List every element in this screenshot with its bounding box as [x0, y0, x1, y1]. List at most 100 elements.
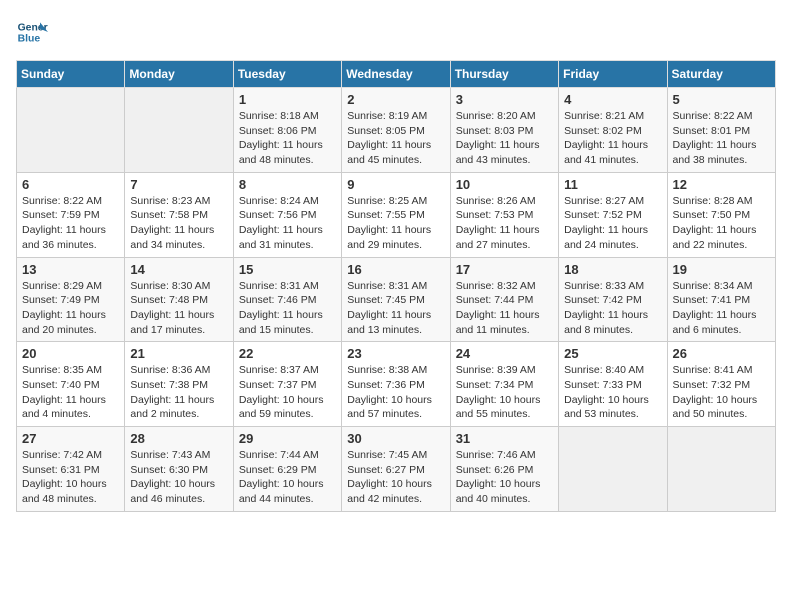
svg-text:Blue: Blue	[18, 34, 41, 45]
day-info: Sunrise: 8:35 AM Sunset: 7:40 PM Dayligh…	[22, 363, 119, 422]
calendar-cell: 11 Sunrise: 8:27 AM Sunset: 7:52 PM Dayli…	[559, 172, 667, 257]
day-number: 31	[456, 431, 553, 446]
day-number: 27	[22, 431, 119, 446]
column-header-monday: Monday	[125, 61, 233, 88]
day-info: Sunrise: 8:25 AM Sunset: 7:55 PM Dayligh…	[347, 194, 444, 253]
column-header-wednesday: Wednesday	[342, 61, 450, 88]
day-info: Sunrise: 8:21 AM Sunset: 8:02 PM Dayligh…	[564, 109, 661, 168]
day-number: 4	[564, 92, 661, 107]
day-number: 29	[239, 431, 336, 446]
day-number: 22	[239, 346, 336, 361]
day-info: Sunrise: 7:45 AM Sunset: 6:27 PM Dayligh…	[347, 448, 444, 507]
calendar-cell	[17, 88, 125, 173]
day-info: Sunrise: 8:27 AM Sunset: 7:52 PM Dayligh…	[564, 194, 661, 253]
calendar-cell: 1 Sunrise: 8:18 AM Sunset: 8:06 PM Daylig…	[233, 88, 341, 173]
calendar-week-4: 20 Sunrise: 8:35 AM Sunset: 7:40 PM Dayli…	[17, 342, 776, 427]
day-info: Sunrise: 8:37 AM Sunset: 7:37 PM Dayligh…	[239, 363, 336, 422]
day-number: 9	[347, 177, 444, 192]
day-info: Sunrise: 8:22 AM Sunset: 8:01 PM Dayligh…	[673, 109, 770, 168]
calendar-cell: 12 Sunrise: 8:28 AM Sunset: 7:50 PM Dayli…	[667, 172, 775, 257]
day-info: Sunrise: 8:23 AM Sunset: 7:58 PM Dayligh…	[130, 194, 227, 253]
calendar-cell: 22 Sunrise: 8:37 AM Sunset: 7:37 PM Dayli…	[233, 342, 341, 427]
calendar-cell: 16 Sunrise: 8:31 AM Sunset: 7:45 PM Dayli…	[342, 257, 450, 342]
calendar-cell: 2 Sunrise: 8:19 AM Sunset: 8:05 PM Daylig…	[342, 88, 450, 173]
day-number: 10	[456, 177, 553, 192]
column-header-tuesday: Tuesday	[233, 61, 341, 88]
day-info: Sunrise: 7:43 AM Sunset: 6:30 PM Dayligh…	[130, 448, 227, 507]
calendar-cell: 28 Sunrise: 7:43 AM Sunset: 6:30 PM Dayli…	[125, 427, 233, 512]
day-info: Sunrise: 8:18 AM Sunset: 8:06 PM Dayligh…	[239, 109, 336, 168]
day-number: 13	[22, 262, 119, 277]
day-info: Sunrise: 8:34 AM Sunset: 7:41 PM Dayligh…	[673, 279, 770, 338]
calendar-cell: 31 Sunrise: 7:46 AM Sunset: 6:26 PM Dayli…	[450, 427, 558, 512]
day-number: 11	[564, 177, 661, 192]
day-number: 24	[456, 346, 553, 361]
day-info: Sunrise: 8:33 AM Sunset: 7:42 PM Dayligh…	[564, 279, 661, 338]
calendar-cell: 4 Sunrise: 8:21 AM Sunset: 8:02 PM Daylig…	[559, 88, 667, 173]
calendar-cell: 18 Sunrise: 8:33 AM Sunset: 7:42 PM Dayli…	[559, 257, 667, 342]
calendar-cell: 10 Sunrise: 8:26 AM Sunset: 7:53 PM Dayli…	[450, 172, 558, 257]
calendar-week-2: 6 Sunrise: 8:22 AM Sunset: 7:59 PM Daylig…	[17, 172, 776, 257]
calendar-cell: 9 Sunrise: 8:25 AM Sunset: 7:55 PM Daylig…	[342, 172, 450, 257]
day-number: 2	[347, 92, 444, 107]
calendar-cell: 14Sunrise: 8:30 AM Sunset: 7:48 PM Dayli…	[125, 257, 233, 342]
calendar-cell	[667, 427, 775, 512]
day-info: Sunrise: 7:46 AM Sunset: 6:26 PM Dayligh…	[456, 448, 553, 507]
calendar-cell: 23 Sunrise: 8:38 AM Sunset: 7:36 PM Dayli…	[342, 342, 450, 427]
day-info: Sunrise: 8:40 AM Sunset: 7:33 PM Dayligh…	[564, 363, 661, 422]
calendar-cell	[559, 427, 667, 512]
day-info: Sunrise: 8:32 AM Sunset: 7:44 PM Dayligh…	[456, 279, 553, 338]
day-info: Sunrise: 8:38 AM Sunset: 7:36 PM Dayligh…	[347, 363, 444, 422]
calendar-header-row: SundayMondayTuesdayWednesdayThursdayFrid…	[17, 61, 776, 88]
calendar-cell: 3 Sunrise: 8:20 AM Sunset: 8:03 PM Daylig…	[450, 88, 558, 173]
logo-icon: General Blue	[16, 16, 48, 48]
day-info: Sunrise: 8:31 AM Sunset: 7:45 PM Dayligh…	[347, 279, 444, 338]
day-info: Sunrise: 8:22 AM Sunset: 7:59 PM Dayligh…	[22, 194, 119, 253]
day-info: Sunrise: 8:26 AM Sunset: 7:53 PM Dayligh…	[456, 194, 553, 253]
day-info: Sunrise: 8:20 AM Sunset: 8:03 PM Dayligh…	[456, 109, 553, 168]
calendar-cell: 26Sunrise: 8:41 AM Sunset: 7:32 PM Dayli…	[667, 342, 775, 427]
day-number: 8	[239, 177, 336, 192]
calendar-cell: 8 Sunrise: 8:24 AM Sunset: 7:56 PM Daylig…	[233, 172, 341, 257]
day-number: 14	[130, 262, 227, 277]
day-info: Sunrise: 8:31 AM Sunset: 7:46 PM Dayligh…	[239, 279, 336, 338]
day-number: 17	[456, 262, 553, 277]
calendar-week-5: 27 Sunrise: 7:42 AM Sunset: 6:31 PM Dayli…	[17, 427, 776, 512]
day-info: Sunrise: 8:36 AM Sunset: 7:38 PM Dayligh…	[130, 363, 227, 422]
calendar-cell: 7Sunrise: 8:23 AM Sunset: 7:58 PM Daylig…	[125, 172, 233, 257]
calendar-table: SundayMondayTuesdayWednesdayThursdayFrid…	[16, 60, 776, 512]
calendar-week-1: 1 Sunrise: 8:18 AM Sunset: 8:06 PM Daylig…	[17, 88, 776, 173]
calendar-week-3: 13Sunrise: 8:29 AM Sunset: 7:49 PM Dayli…	[17, 257, 776, 342]
calendar-cell: 15Sunrise: 8:31 AM Sunset: 7:46 PM Dayli…	[233, 257, 341, 342]
day-number: 16	[347, 262, 444, 277]
calendar-cell: 5Sunrise: 8:22 AM Sunset: 8:01 PM Daylig…	[667, 88, 775, 173]
day-info: Sunrise: 8:24 AM Sunset: 7:56 PM Dayligh…	[239, 194, 336, 253]
calendar-cell	[125, 88, 233, 173]
column-header-saturday: Saturday	[667, 61, 775, 88]
column-header-sunday: Sunday	[17, 61, 125, 88]
page-header: General Blue	[16, 16, 776, 48]
calendar-cell: 19Sunrise: 8:34 AM Sunset: 7:41 PM Dayli…	[667, 257, 775, 342]
day-number: 21	[130, 346, 227, 361]
day-number: 20	[22, 346, 119, 361]
day-number: 12	[673, 177, 770, 192]
day-number: 25	[564, 346, 661, 361]
day-info: Sunrise: 8:39 AM Sunset: 7:34 PM Dayligh…	[456, 363, 553, 422]
day-number: 23	[347, 346, 444, 361]
logo: General Blue	[16, 16, 48, 48]
calendar-cell: 21 Sunrise: 8:36 AM Sunset: 7:38 PM Dayli…	[125, 342, 233, 427]
day-info: Sunrise: 8:28 AM Sunset: 7:50 PM Dayligh…	[673, 194, 770, 253]
column-header-friday: Friday	[559, 61, 667, 88]
day-number: 18	[564, 262, 661, 277]
day-info: Sunrise: 8:19 AM Sunset: 8:05 PM Dayligh…	[347, 109, 444, 168]
calendar-cell: 6 Sunrise: 8:22 AM Sunset: 7:59 PM Daylig…	[17, 172, 125, 257]
calendar-cell: 24 Sunrise: 8:39 AM Sunset: 7:34 PM Dayli…	[450, 342, 558, 427]
day-info: Sunrise: 7:44 AM Sunset: 6:29 PM Dayligh…	[239, 448, 336, 507]
day-number: 28	[130, 431, 227, 446]
calendar-cell: 20 Sunrise: 8:35 AM Sunset: 7:40 PM Dayli…	[17, 342, 125, 427]
calendar-cell: 25 Sunrise: 8:40 AM Sunset: 7:33 PM Dayli…	[559, 342, 667, 427]
day-info: Sunrise: 7:42 AM Sunset: 6:31 PM Dayligh…	[22, 448, 119, 507]
day-number: 3	[456, 92, 553, 107]
day-number: 1	[239, 92, 336, 107]
day-number: 6	[22, 177, 119, 192]
